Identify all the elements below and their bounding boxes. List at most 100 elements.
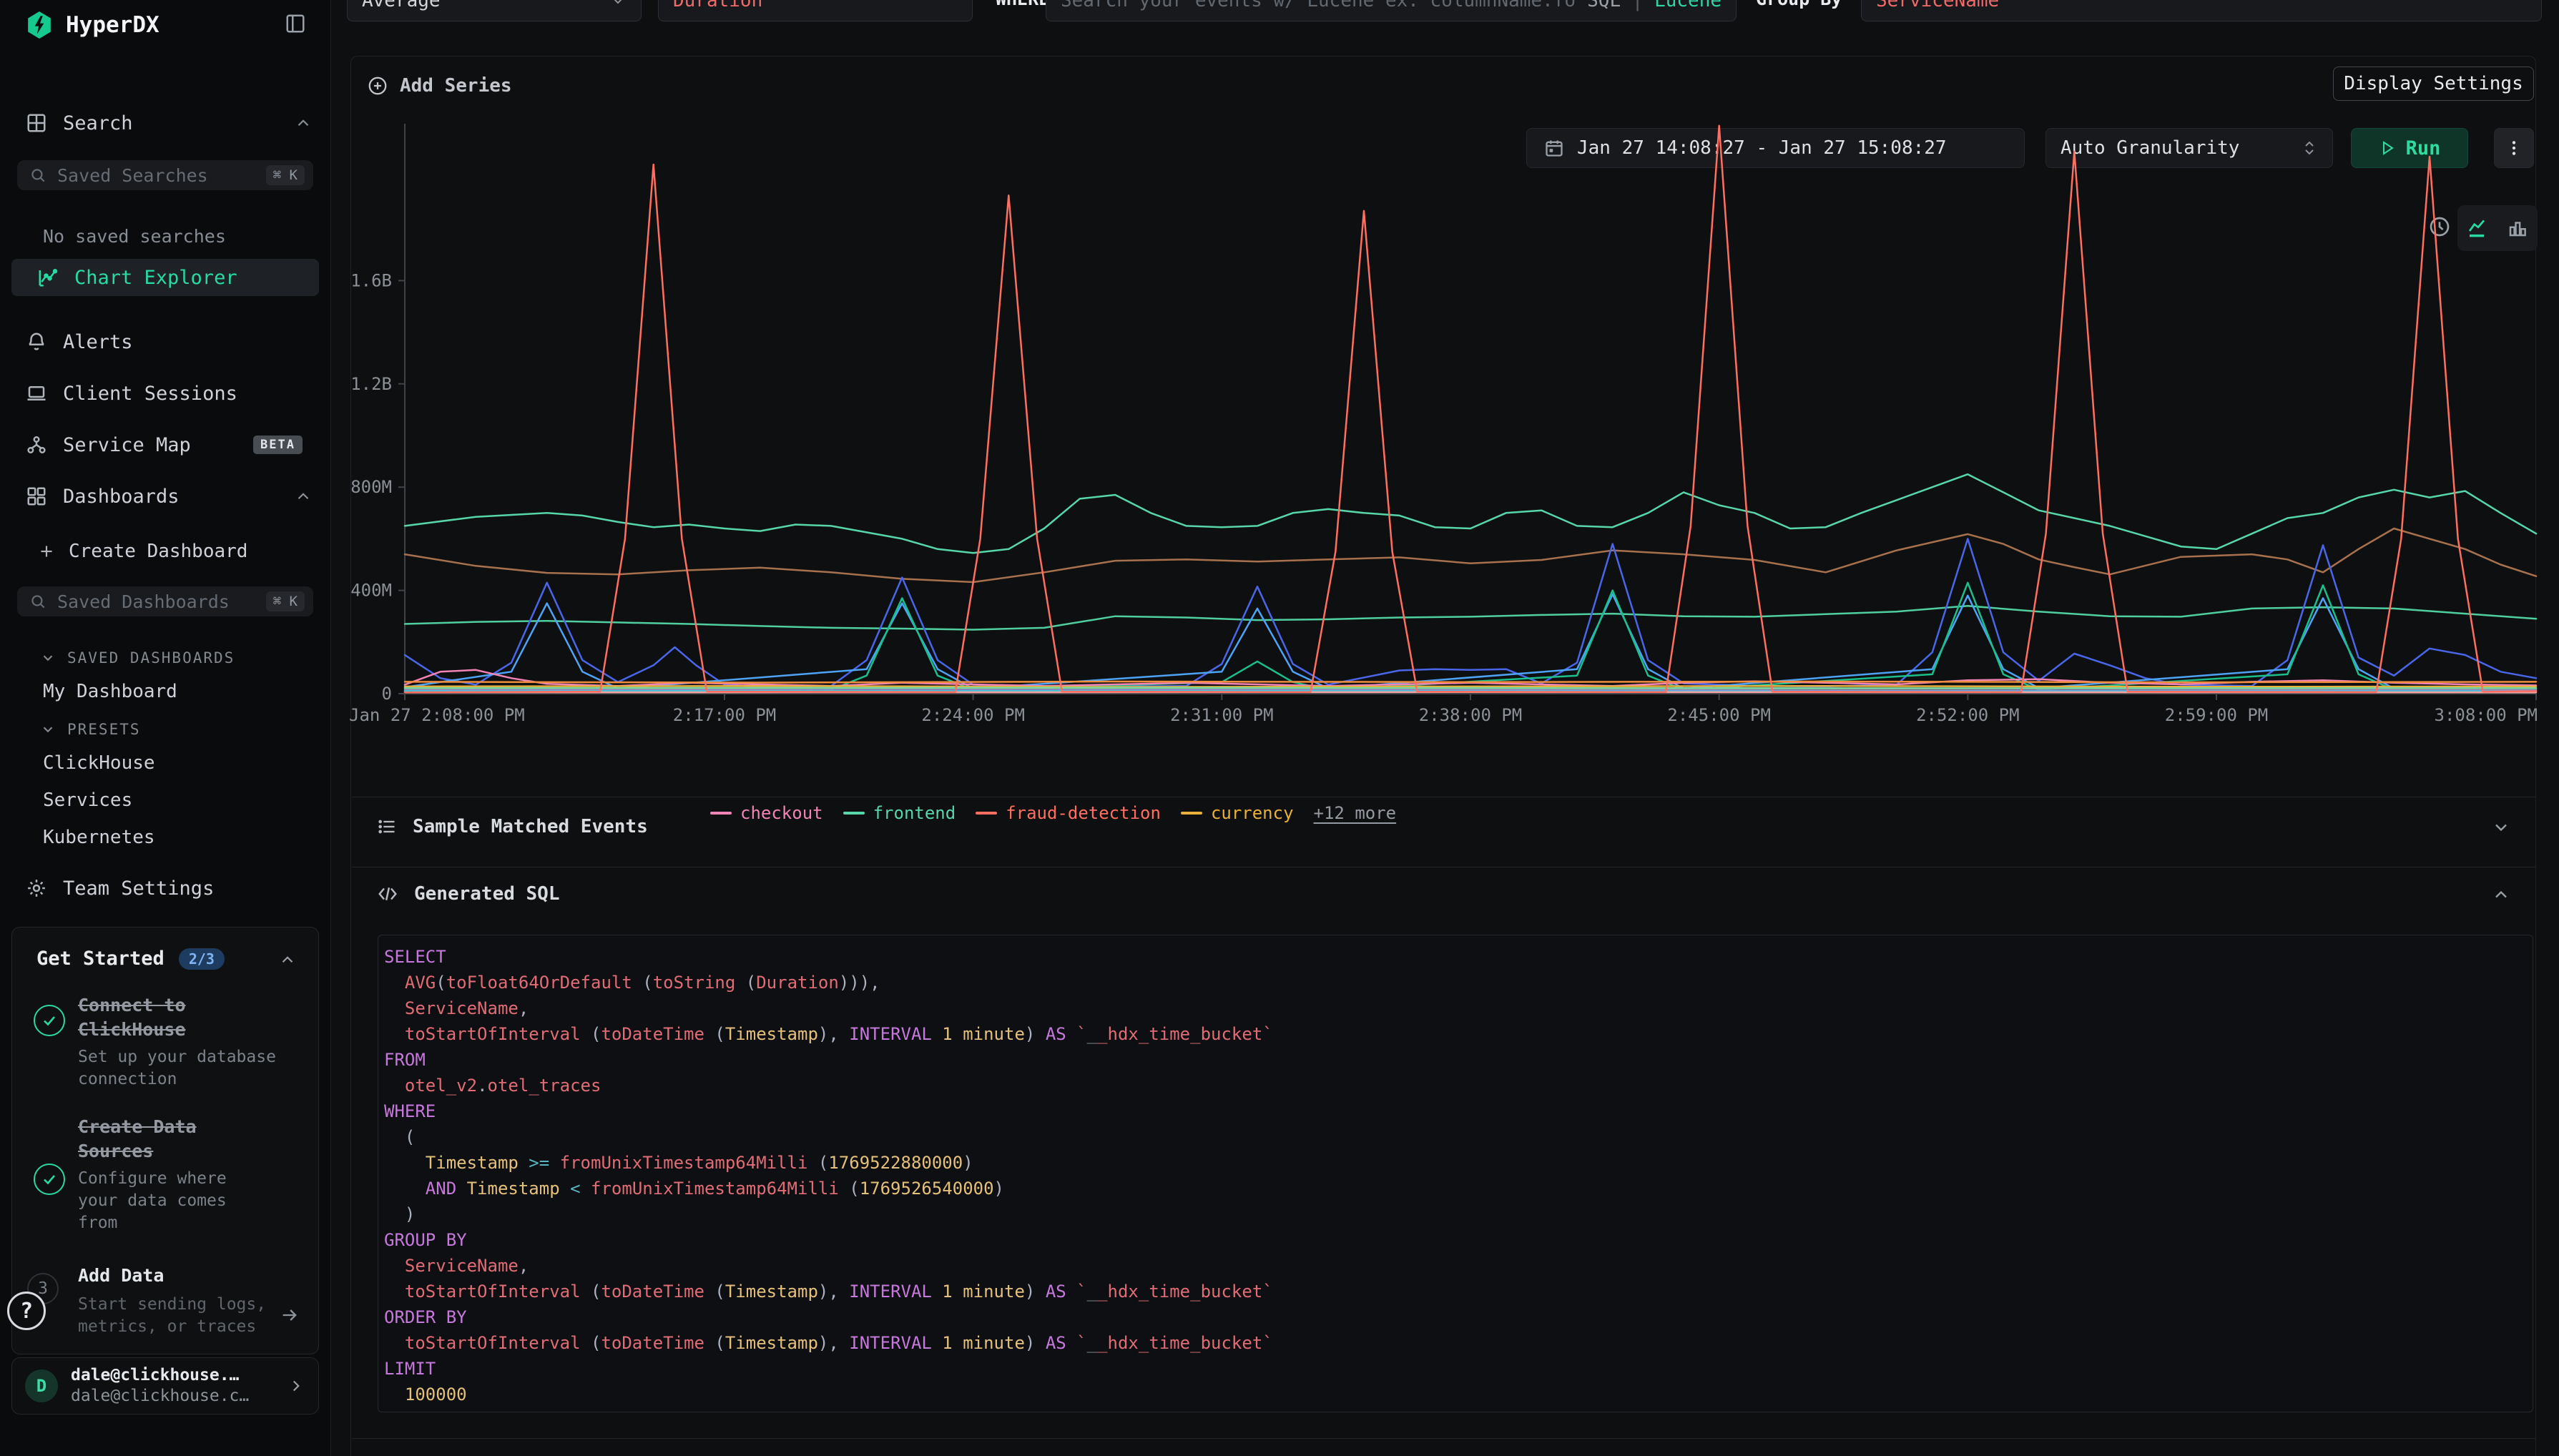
get-started-step[interactable]: Add Data bbox=[78, 1264, 278, 1288]
user-name: dale@clickhouse.… bbox=[71, 1365, 274, 1386]
legend-item[interactable]: checkout bbox=[710, 803, 823, 823]
sidebar-item-kubernetes[interactable]: Kubernetes bbox=[43, 827, 155, 848]
sql-line: 100000 bbox=[384, 1382, 2533, 1407]
group-by-input[interactable]: ServiceName bbox=[1861, 0, 2542, 21]
saved-dashboards-section-header[interactable]: SAVED DASHBOARDS bbox=[40, 649, 235, 666]
chart-series bbox=[405, 528, 2536, 582]
sidebar-collapse-icon[interactable] bbox=[285, 13, 306, 34]
saved-dashboards-search[interactable]: ⌘ K bbox=[17, 586, 313, 616]
get-started-step[interactable]: Connect to ClickHouse bbox=[78, 993, 293, 1042]
sidebar-item-label: Dashboards bbox=[63, 486, 180, 508]
saved-searches-search[interactable]: ⌘ K bbox=[17, 160, 313, 190]
chevron-right-icon bbox=[287, 1377, 305, 1395]
create-dashboard-button[interactable]: Create Dashboard bbox=[37, 541, 247, 562]
saved-searches-input[interactable] bbox=[56, 164, 257, 187]
logo[interactable]: HyperDX bbox=[26, 10, 159, 40]
chart-series bbox=[405, 594, 2536, 689]
chevron-up-icon[interactable] bbox=[294, 114, 313, 132]
sql-line: ( bbox=[384, 1124, 2533, 1150]
laptop-icon bbox=[26, 383, 47, 404]
search-query-input[interactable]: Search your events w/ Lucene ex: columnN… bbox=[1046, 0, 1737, 21]
add-series-button[interactable]: Add Series bbox=[367, 75, 512, 97]
sql-line: LIMIT bbox=[384, 1356, 2533, 1382]
sql-line: ORDER BY bbox=[384, 1304, 2533, 1330]
dashboards-icon bbox=[26, 486, 47, 507]
get-started-step[interactable]: Create Data Sources bbox=[78, 1115, 278, 1164]
timeseries-chart[interactable]: 1.6B1.2B800M400M0Jan 27 2:08:00 PM2:17:0… bbox=[332, 115, 2559, 730]
search-icon bbox=[29, 592, 47, 611]
lang-lucene[interactable]: Lucene bbox=[1654, 0, 1721, 11]
sidebar-item-service-map[interactable]: Service Map BETA bbox=[0, 426, 331, 463]
chevron-down-icon bbox=[609, 0, 627, 9]
where-label: WHERE bbox=[996, 0, 1049, 9]
sql-line: SELECT bbox=[384, 944, 2533, 970]
chart-tick-labels: 1.6B1.2B800M400M0Jan 27 2:08:00 PM2:17:0… bbox=[349, 270, 2538, 725]
chevron-up-icon[interactable] bbox=[2491, 885, 2511, 905]
sidebar-item-services[interactable]: Services bbox=[43, 790, 132, 811]
sidebar-item-chart-explorer[interactable]: Chart Explorer bbox=[11, 259, 319, 296]
section-label: PRESETS bbox=[67, 721, 141, 738]
chart-series-fraud-detection bbox=[405, 126, 2536, 692]
sidebar-item-label: Team Settings bbox=[63, 877, 214, 900]
group-by-value: ServiceName bbox=[1876, 0, 1999, 11]
sidebar-item-client-sessions[interactable]: Client Sessions bbox=[0, 375, 331, 412]
search-icon bbox=[29, 166, 47, 185]
generated-sql-label: Generated SQL bbox=[414, 883, 560, 905]
legend-more-link[interactable]: +12 more bbox=[1314, 803, 1397, 823]
aggregation-select[interactable]: Average bbox=[347, 0, 642, 21]
y-axis-tick: 800M bbox=[350, 477, 392, 497]
display-settings-button[interactable]: Display Settings bbox=[2333, 67, 2534, 101]
language-toggle[interactable]: SQL | Lucene bbox=[1587, 0, 1721, 11]
presets-section-header[interactable]: PRESETS bbox=[40, 721, 141, 738]
avatar: D bbox=[25, 1369, 58, 1402]
chevron-up-icon[interactable] bbox=[294, 487, 313, 506]
saved-dashboards-input[interactable] bbox=[56, 591, 257, 613]
chevron-down-icon[interactable] bbox=[2491, 817, 2511, 837]
chart-legend: checkout frontend fraud-detection currency +… bbox=[710, 800, 1396, 826]
chart-series bbox=[405, 606, 2536, 629]
field-value: Duration bbox=[673, 0, 762, 11]
section-label: SAVED DASHBOARDS bbox=[67, 649, 235, 666]
search-panel-icon bbox=[26, 112, 47, 134]
plus-icon bbox=[37, 542, 56, 561]
user-menu[interactable]: D dale@clickhouse.… dale@clickhouse.c… bbox=[11, 1357, 319, 1415]
chart-series-frontend bbox=[405, 474, 2536, 553]
sidebar-item-my-dashboard[interactable]: My Dashboard bbox=[43, 681, 177, 702]
sql-code-block[interactable]: SELECT AVG(toFloat64OrDefault (toString … bbox=[378, 935, 2533, 1412]
field-input[interactable]: Duration bbox=[658, 0, 973, 21]
legend-item[interactable]: fraud-detection bbox=[976, 803, 1161, 823]
sidebar-item-alerts[interactable]: Alerts bbox=[0, 323, 331, 360]
x-axis-tick: 2:17:00 PM bbox=[673, 705, 777, 725]
legend-item[interactable]: frontend bbox=[843, 803, 956, 823]
chart-explorer-panel: Add Series Display Settings Jan 27 14:08… bbox=[350, 56, 2536, 1456]
chevron-up-icon[interactable] bbox=[278, 950, 297, 969]
get-started-header[interactable]: Get Started 2/3 bbox=[36, 948, 225, 970]
plus-circle-icon bbox=[367, 75, 388, 97]
sql-line: GROUP BY bbox=[384, 1227, 2533, 1253]
chart-series-currency bbox=[405, 686, 2536, 687]
sidebar-item-dashboards[interactable]: Dashboards bbox=[0, 478, 331, 515]
sql-line: Timestamp >= fromUnixTimestamp64Milli (1… bbox=[384, 1150, 2533, 1176]
x-axis-tick: 2:45:00 PM bbox=[1667, 705, 1771, 725]
lang-sql[interactable]: SQL bbox=[1587, 0, 1621, 11]
sql-line: otel_v2.otel_traces bbox=[384, 1073, 2533, 1098]
legend-item[interactable]: currency bbox=[1181, 803, 1294, 823]
sql-line: ServiceName, bbox=[384, 1253, 2533, 1279]
beta-badge: BETA bbox=[253, 436, 303, 454]
generated-sql-header[interactable]: Generated SQL bbox=[377, 883, 560, 905]
sql-line: ServiceName, bbox=[384, 995, 2533, 1021]
sql-line: toStartOfInterval (toDateTime (Timestamp… bbox=[384, 1330, 2533, 1356]
step-title: Connect to ClickHouse bbox=[78, 993, 293, 1042]
help-button[interactable]: ? bbox=[7, 1292, 46, 1330]
sidebar-item-label: Search bbox=[63, 112, 133, 134]
sidebar-item-search[interactable]: Search bbox=[0, 104, 331, 142]
legend-label: fraud-detection bbox=[1006, 803, 1161, 823]
y-axis-tick: 1.6B bbox=[350, 270, 392, 290]
legend-label: currency bbox=[1211, 803, 1294, 823]
sidebar-item-team-settings[interactable]: Team Settings bbox=[0, 870, 331, 907]
display-settings-label: Display Settings bbox=[2344, 73, 2523, 94]
sidebar-item-clickhouse[interactable]: ClickHouse bbox=[43, 752, 155, 774]
arrow-right-icon[interactable] bbox=[280, 1305, 300, 1325]
step-desc: Start sending logs, metrics, or traces bbox=[78, 1294, 271, 1338]
sample-events-header[interactable]: Sample Matched Events bbox=[377, 816, 648, 837]
